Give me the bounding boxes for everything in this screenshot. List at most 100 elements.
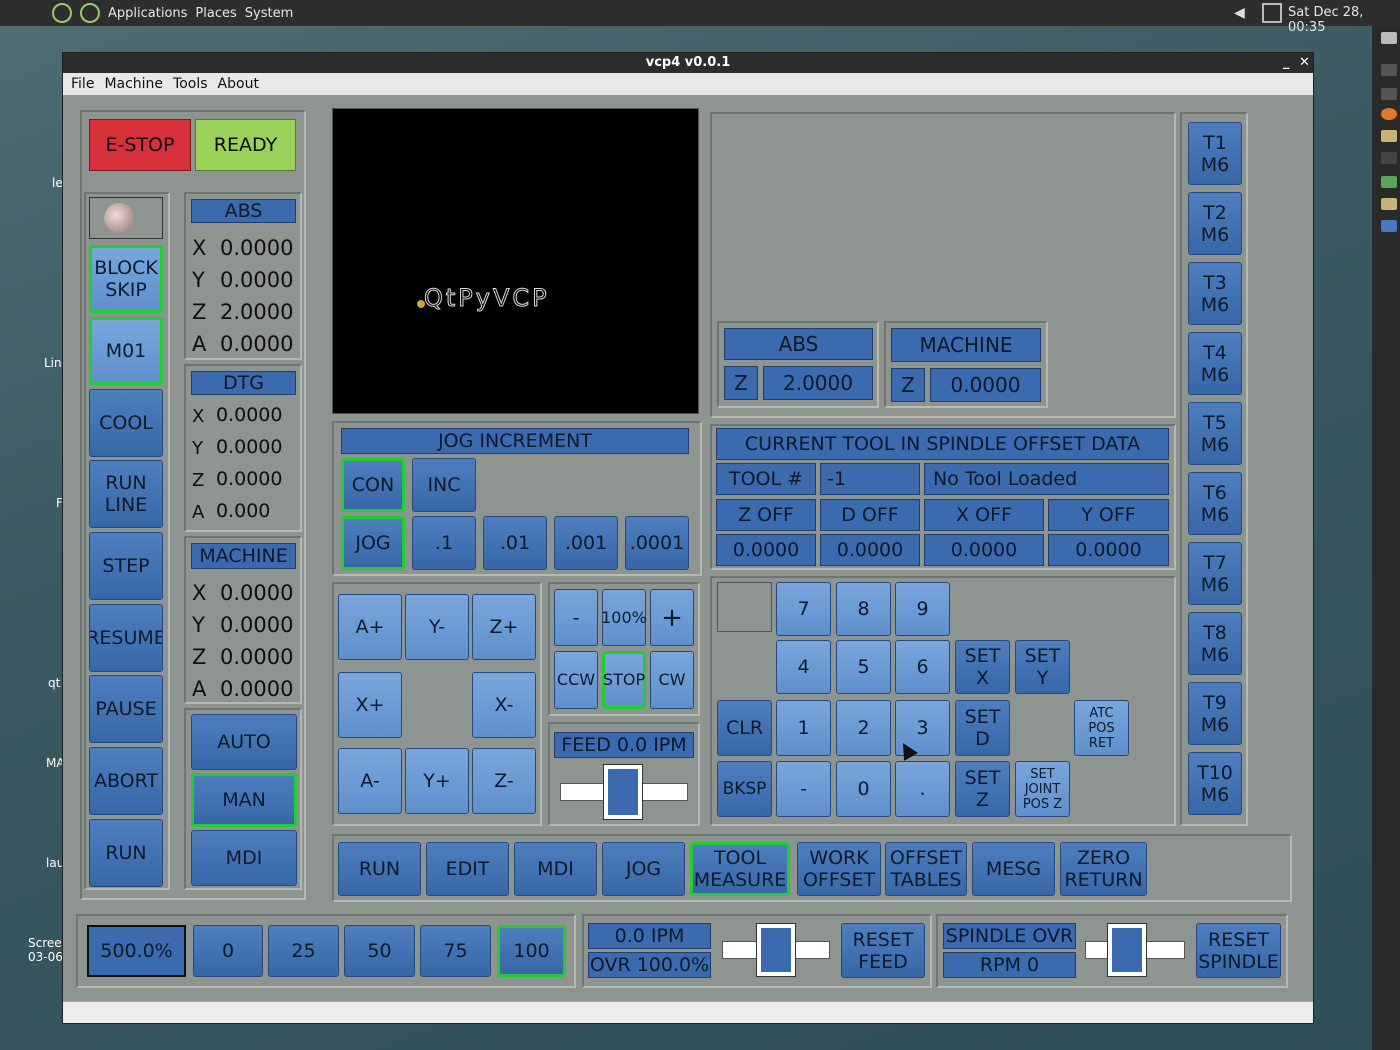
- jog-a-minus-button[interactable]: A-: [338, 748, 402, 814]
- jog-button[interactable]: JOG: [341, 516, 405, 570]
- man-mode-button[interactable]: MAN: [191, 773, 297, 827]
- key-0[interactable]: 0: [836, 761, 891, 817]
- key-7[interactable]: 7: [776, 582, 831, 636]
- jog-continuous-button[interactable]: CON: [341, 458, 405, 512]
- set-z-button[interactable]: SET Z: [955, 761, 1010, 817]
- spindle-ccw-button[interactable]: CCW: [554, 651, 598, 709]
- tool-8-m6-button[interactable]: T8 M6: [1188, 612, 1242, 675]
- menu-tools[interactable]: Tools: [173, 76, 208, 92]
- tool-7-m6-button[interactable]: T7 M6: [1188, 542, 1242, 605]
- set-x-button[interactable]: SET X: [955, 640, 1010, 694]
- set-y-button[interactable]: SET Y: [1015, 640, 1070, 694]
- jog-z-plus-button[interactable]: Z+: [472, 594, 536, 660]
- jog-inc-0.1[interactable]: .1: [412, 516, 476, 570]
- jog-inc-0.01[interactable]: .01: [483, 516, 547, 570]
- minimize-icon[interactable]: _: [1283, 53, 1290, 73]
- jog-a-plus-button[interactable]: A+: [338, 594, 402, 660]
- auto-mode-button[interactable]: AUTO: [191, 714, 297, 770]
- keypad-display[interactable]: [717, 582, 772, 632]
- jog-incremental-button[interactable]: INC: [412, 458, 476, 512]
- dock-icon-1[interactable]: [1381, 32, 1397, 44]
- jog-x-plus-button[interactable]: X+: [338, 672, 402, 738]
- folder-icon-2[interactable]: [1381, 198, 1397, 210]
- close-icon[interactable]: ✕: [1299, 53, 1310, 73]
- tab-zero-return[interactable]: ZERO RETURN: [1060, 842, 1147, 896]
- desktop-icon-label[interactable]: Scree: [28, 936, 62, 950]
- jog-y-minus-button[interactable]: Y-: [405, 594, 469, 660]
- cool-button[interactable]: COOL: [89, 389, 163, 457]
- feed-override-slider-handle[interactable]: [756, 923, 796, 977]
- app-launcher-icon-2[interactable]: [80, 3, 100, 23]
- m01-button[interactable]: M01: [89, 317, 163, 385]
- tab-work-offset[interactable]: WORK OFFSET: [797, 842, 881, 896]
- tool-5-m6-button[interactable]: T5 M6: [1188, 402, 1242, 465]
- key-4[interactable]: 4: [776, 640, 831, 694]
- backspace-button[interactable]: BKSP: [717, 761, 772, 817]
- block-skip-button[interactable]: BLOCK SKIP: [89, 245, 163, 313]
- rapid-0-button[interactable]: 0: [193, 925, 263, 977]
- pause-button[interactable]: PAUSE: [89, 675, 163, 743]
- set-joint-pos-z-button[interactable]: SET JOINT POS Z: [1015, 761, 1070, 817]
- key-1[interactable]: 1: [776, 700, 831, 756]
- tool-9-m6-button[interactable]: T9 M6: [1188, 682, 1242, 745]
- ready-button[interactable]: READY: [195, 119, 296, 171]
- jog-x-minus-button[interactable]: X-: [472, 672, 536, 738]
- key-decimal[interactable]: .: [895, 761, 950, 817]
- folder-icon[interactable]: [1381, 130, 1397, 142]
- step-button[interactable]: STEP: [89, 532, 163, 600]
- network-icon[interactable]: [1262, 3, 1282, 23]
- tool-1-m6-button[interactable]: T1 M6: [1188, 122, 1242, 185]
- tab-jog[interactable]: JOG: [602, 842, 685, 896]
- menu-applications[interactable]: Applications: [108, 6, 187, 21]
- jog-inc-0.0001[interactable]: .0001: [625, 516, 689, 570]
- feed-slider-handle[interactable]: [603, 764, 643, 820]
- key-8[interactable]: 8: [836, 582, 891, 636]
- estop-button[interactable]: E-STOP: [89, 119, 191, 171]
- tool-3-m6-button[interactable]: T3 M6: [1188, 262, 1242, 325]
- tab-run[interactable]: RUN: [338, 842, 421, 896]
- jog-inc-0.001[interactable]: .001: [554, 516, 618, 570]
- run-button[interactable]: RUN: [89, 819, 163, 887]
- spindle-faster-button[interactable]: +: [650, 589, 694, 646]
- key-2[interactable]: 2: [836, 700, 891, 756]
- atc-pos-ret-button[interactable]: ATC POS RET: [1074, 700, 1129, 756]
- volume-icon[interactable]: ◀: [1234, 5, 1250, 21]
- key-5[interactable]: 5: [836, 640, 891, 694]
- spindle-override-slider-handle[interactable]: [1107, 923, 1147, 977]
- rapid-25-button[interactable]: 25: [268, 925, 339, 977]
- dock-icon-3[interactable]: [1381, 88, 1397, 100]
- menu-file[interactable]: File: [71, 76, 94, 92]
- rapid-75-button[interactable]: 75: [420, 925, 491, 977]
- tool-4-m6-button[interactable]: T4 M6: [1188, 332, 1242, 395]
- spindle-slower-button[interactable]: -: [554, 589, 598, 646]
- tab-offset-tables[interactable]: OFFSET TABLES: [885, 842, 967, 896]
- spindle-cw-button[interactable]: CW: [650, 651, 694, 709]
- tool-6-m6-button[interactable]: T6 M6: [1188, 472, 1242, 535]
- app-launcher-icon[interactable]: [52, 3, 72, 23]
- rapid-50-button[interactable]: 50: [344, 925, 415, 977]
- menu-system[interactable]: System: [245, 6, 293, 21]
- jog-y-plus-button[interactable]: Y+: [405, 748, 469, 814]
- spindle-stop-button[interactable]: STOP: [602, 651, 646, 709]
- mdi-mode-button[interactable]: MDI: [191, 830, 297, 886]
- firefox-icon[interactable]: [1381, 108, 1397, 120]
- terminal-icon[interactable]: [1381, 152, 1397, 164]
- key-9[interactable]: 9: [895, 582, 950, 636]
- key-6[interactable]: 6: [895, 640, 950, 694]
- desktop-icon-label[interactable]: Lin: [44, 356, 62, 370]
- tool-2-m6-button[interactable]: T2 M6: [1188, 192, 1242, 255]
- run-line-button[interactable]: RUN LINE: [89, 460, 163, 528]
- desktop-icon-label[interactable]: 03-06: [28, 950, 63, 964]
- menu-places[interactable]: Places: [195, 6, 236, 21]
- dock-icon-7[interactable]: [1381, 176, 1397, 188]
- jog-z-minus-button[interactable]: Z-: [472, 748, 536, 814]
- menu-machine[interactable]: Machine: [104, 76, 163, 92]
- reset-spindle-button[interactable]: RESET SPINDLE: [1196, 923, 1281, 978]
- window-icon[interactable]: [1381, 220, 1397, 232]
- tab-mdi[interactable]: MDI: [514, 842, 597, 896]
- clear-button[interactable]: CLR: [717, 700, 772, 756]
- set-d-button[interactable]: SET D: [955, 700, 1010, 756]
- spindle-percent-label[interactable]: 100%: [601, 589, 647, 646]
- resume-button[interactable]: RESUME: [89, 604, 163, 672]
- key-minus[interactable]: -: [776, 761, 831, 817]
